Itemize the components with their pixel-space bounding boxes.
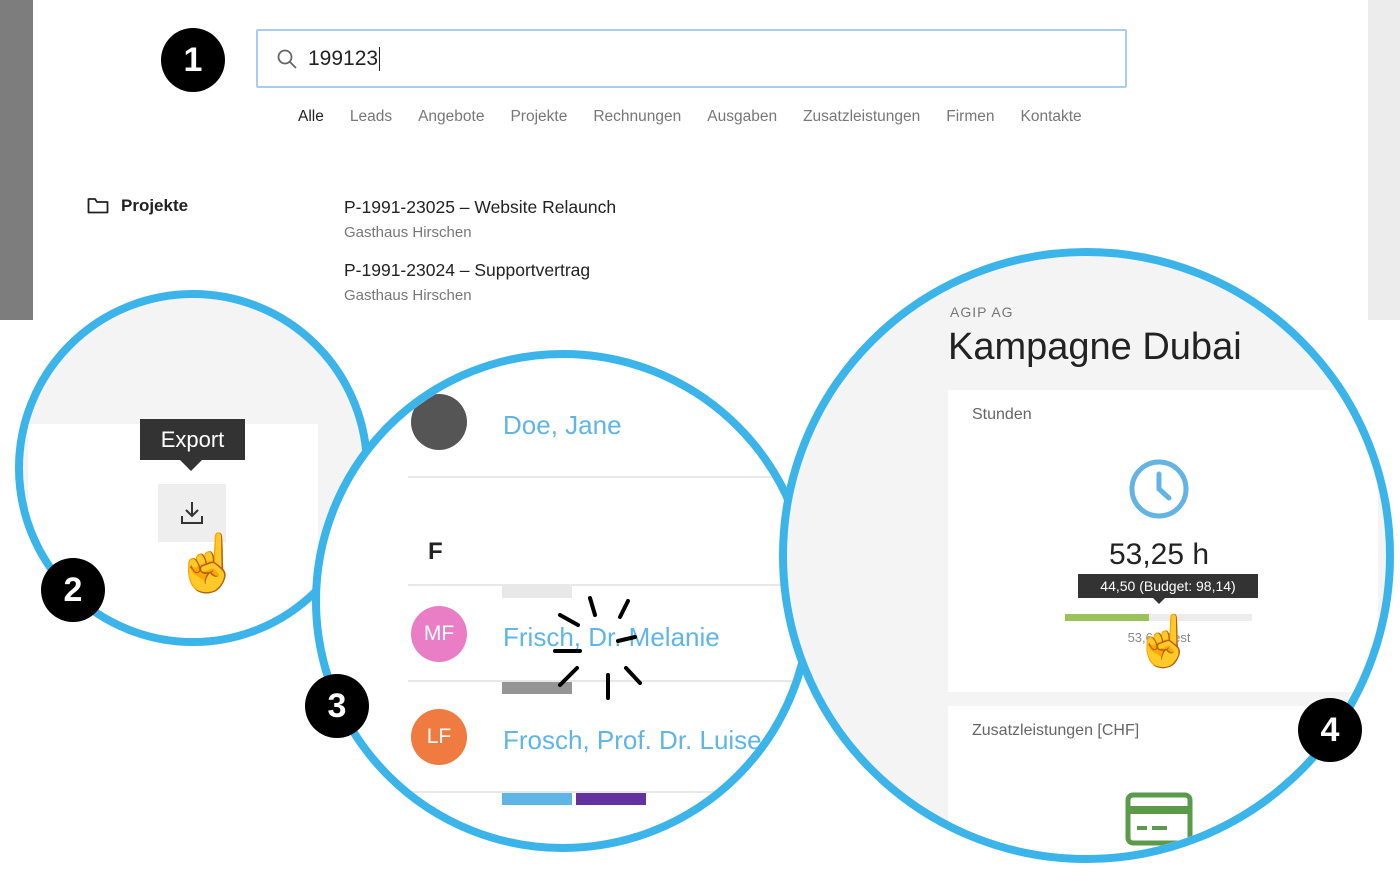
- export-tooltip: Export: [140, 419, 245, 460]
- zoom-circle-contacts: Doe, Jane F MF Frisch, Dr. Melanie LF Fr…: [312, 350, 814, 852]
- loading-spinner-icon: [553, 596, 642, 700]
- background-app: [0, 0, 33, 320]
- clock-icon: [1129, 459, 1189, 519]
- company-name: AGIP AG: [950, 304, 1014, 320]
- step-badge-4: 4: [1298, 698, 1362, 762]
- hours-card: Stunden 53,25 h 53,64 Rest 44,50 (Budget…: [948, 390, 1378, 692]
- hand-cursor-icon: ☝: [173, 531, 243, 594]
- card-label: Zusatzleistungen [CHF]: [972, 722, 1140, 739]
- tag-bar: [576, 793, 646, 805]
- result-item[interactable]: P-1991-23025 – Website Relaunch Gasthaus…: [344, 197, 616, 241]
- search-icon: [277, 49, 297, 69]
- result-subtitle: Gasthaus Hirschen: [344, 287, 472, 304]
- background-app-right: [1368, 0, 1400, 320]
- contact-name[interactable]: Frosch, Prof. Dr. Luise: [503, 725, 762, 756]
- contact-name[interactable]: Doe, Jane: [503, 410, 622, 441]
- tab-alle[interactable]: Alle: [298, 108, 324, 126]
- step-badge-2: 2: [41, 558, 105, 622]
- avatar: LF: [411, 709, 467, 765]
- tab-projekte[interactable]: Projekte: [510, 108, 567, 126]
- avatar: [411, 394, 467, 450]
- project-title: Kampagne Dubai: [948, 326, 1242, 368]
- progress-tooltip: 44,50 (Budget: 98,14): [1078, 574, 1258, 598]
- result-title[interactable]: P-1991-23025 – Website Relaunch: [344, 197, 616, 218]
- hand-cursor-icon: ☝: [1133, 613, 1196, 669]
- zoom-circle-project: AGIP AG Kampagne Dubai Stunden 53,25 h 5…: [779, 248, 1394, 863]
- search-value: 199123: [308, 46, 379, 70]
- download-icon: [181, 502, 203, 524]
- step-badge-3: 3: [305, 674, 369, 738]
- section-letter: F: [428, 538, 443, 565]
- result-category: Projekte: [87, 196, 188, 216]
- tab-firmen[interactable]: Firmen: [946, 108, 994, 126]
- card-label: Stunden: [972, 406, 1032, 423]
- avatar: MF: [411, 606, 467, 662]
- tab-ausgaben[interactable]: Ausgaben: [707, 108, 777, 126]
- hours-value: 53,25 h: [1108, 538, 1210, 571]
- step-badge-1: 1: [161, 28, 225, 92]
- folder-icon: [87, 198, 109, 214]
- tab-angebote[interactable]: Angebote: [418, 108, 484, 126]
- search-input[interactable]: 199123: [256, 29, 1127, 88]
- search-tabs: Alle Leads Angebote Projekte Rechnungen …: [298, 108, 1082, 126]
- tab-zusatzleistungen[interactable]: Zusatzleistungen: [803, 108, 920, 126]
- tab-kontakte[interactable]: Kontakte: [1021, 108, 1082, 126]
- result-item[interactable]: P-1991-23024 – Supportvertrag Gasthaus H…: [344, 260, 590, 304]
- category-label: Projekte: [121, 196, 189, 215]
- result-subtitle: Gasthaus Hirschen: [344, 224, 472, 241]
- text-cursor: [379, 46, 381, 71]
- tag-bar: [502, 793, 572, 805]
- credit-card-icon: [1125, 792, 1193, 846]
- tab-leads[interactable]: Leads: [350, 108, 392, 126]
- tab-rechnungen[interactable]: Rechnungen: [593, 108, 681, 126]
- result-title[interactable]: P-1991-23024 – Supportvertrag: [344, 260, 590, 281]
